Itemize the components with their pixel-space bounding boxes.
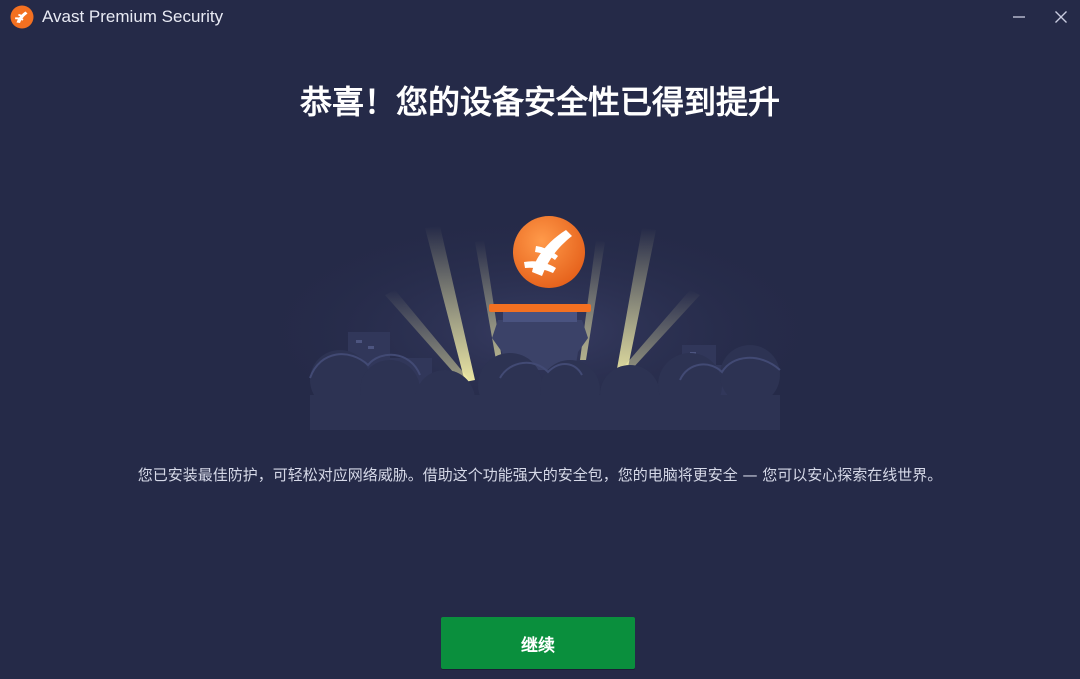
title-bar: Avast Premium Security xyxy=(0,0,1080,34)
close-icon xyxy=(1055,11,1067,23)
app-window: Avast Premium Security 恭喜！您的设备安全性已得到提升 您… xyxy=(0,0,1080,679)
continue-button[interactable]: 继续 xyxy=(441,617,635,669)
close-button[interactable] xyxy=(1047,4,1075,30)
description-text: 您已安装最佳防护，可轻松对应网络威胁。借助这个功能强大的安全包，您的电脑将更安全… xyxy=(137,466,943,484)
page-title: 恭喜！您的设备安全性已得到提升 xyxy=(299,83,780,121)
minimize-icon xyxy=(1013,16,1025,18)
window-title: Avast Premium Security xyxy=(42,7,224,26)
avast-logo-icon xyxy=(10,5,34,29)
avast-orb-pedestal-illustration xyxy=(270,210,810,430)
minimize-button[interactable] xyxy=(1005,4,1033,30)
